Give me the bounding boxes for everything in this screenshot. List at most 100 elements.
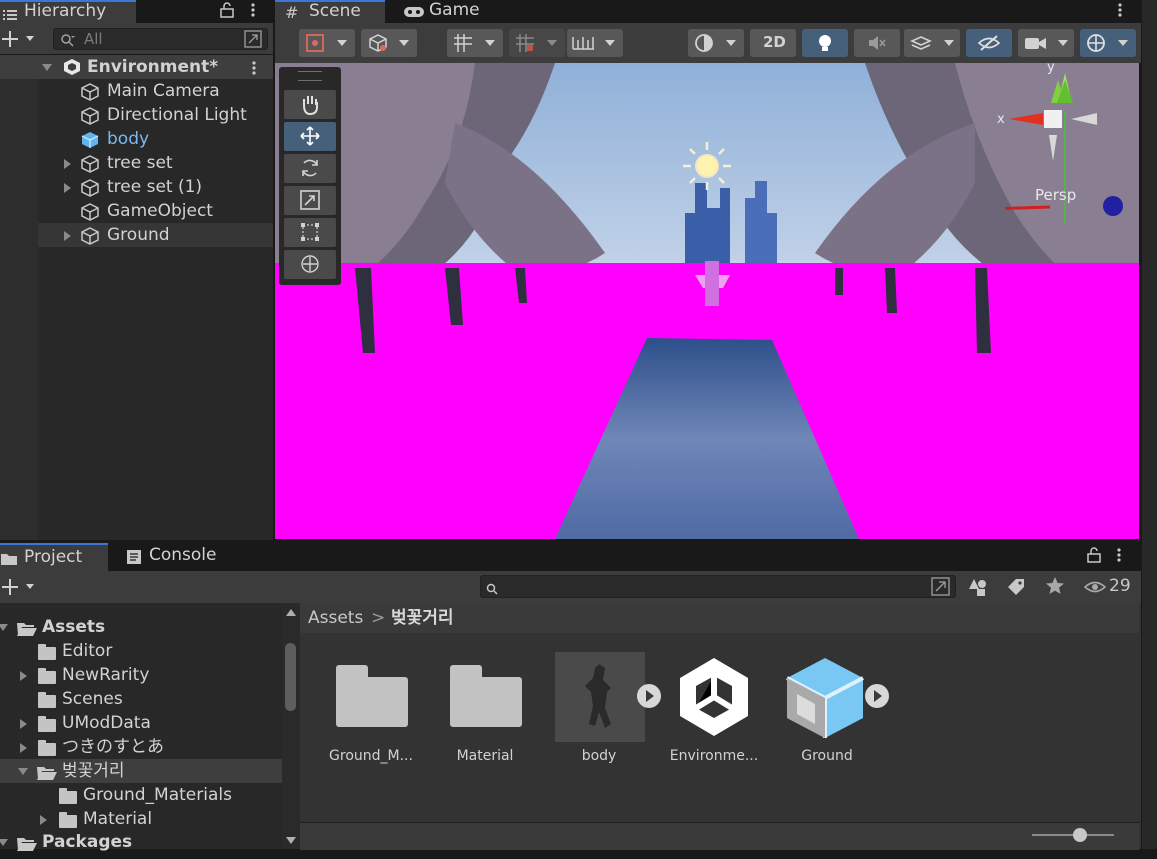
prefab-cube-icon — [785, 654, 865, 746]
hierarchy-item-tree-set-1[interactable]: tree set (1) — [0, 175, 273, 199]
shaded-sphere-icon — [694, 33, 714, 57]
search-by-label-icon[interactable] — [1006, 577, 1026, 601]
expand-arrow-icon[interactable] — [20, 743, 27, 753]
tree-item-umoddata[interactable]: UModData — [0, 711, 282, 735]
hidden-packages-toggle[interactable]: 29 — [1080, 574, 1138, 600]
tree-item-editor[interactable]: Editor — [0, 639, 282, 663]
tab-game[interactable]: Game — [395, 0, 495, 23]
zoom-slider[interactable] — [1030, 826, 1116, 844]
tree-item-scenes[interactable]: Scenes — [0, 687, 282, 711]
favorites-star-icon[interactable] — [1045, 576, 1065, 600]
kebab-menu-icon[interactable] — [1116, 547, 1122, 567]
hierarchy-search-input[interactable]: All — [53, 28, 268, 50]
expand-arrow-icon[interactable] — [20, 719, 27, 729]
expand-arrow-icon[interactable] — [64, 231, 71, 241]
tree-item-tsukinostore[interactable]: つきのすとあ — [0, 735, 282, 759]
expand-arrow-icon[interactable] — [20, 671, 27, 681]
lock-icon[interactable] — [1087, 547, 1101, 567]
scene-visibility-button[interactable] — [966, 29, 1012, 57]
hierarchy-item-label: Ground — [107, 225, 170, 245]
scene-viewport[interactable]: x y Persp — [275, 63, 1139, 539]
collapse-arrow-icon[interactable] — [18, 768, 28, 775]
expand-asset-icon[interactable] — [865, 684, 889, 708]
gizmo-persp-label: Persp — [1035, 186, 1077, 204]
scale-tool-button[interactable] — [284, 186, 336, 215]
create-asset-button[interactable] — [2, 576, 40, 598]
toggle-audio-button[interactable] — [854, 29, 900, 57]
scroll-up-icon[interactable] — [286, 609, 296, 616]
hand-tool-button[interactable] — [284, 90, 336, 119]
asset-label: Material — [456, 748, 514, 764]
tree-item-ground-materials[interactable]: Ground_Materials — [0, 783, 282, 807]
collapse-arrow-icon[interactable] — [0, 624, 8, 631]
hierarchy-item-gameobject[interactable]: GameObject — [0, 199, 273, 223]
scrollbar-thumb[interactable] — [285, 643, 296, 711]
hierarchy-item-body[interactable]: body — [0, 127, 273, 151]
search-options-icon[interactable] — [244, 30, 262, 52]
pivot-mode-dropdown[interactable] — [299, 29, 355, 57]
camera-settings-dropdown[interactable] — [1018, 29, 1074, 57]
hierarchy-item-label: GameObject — [107, 201, 213, 221]
expand-arrow-icon[interactable] — [40, 815, 47, 825]
hierarchy-item-main-camera[interactable]: Main Camera — [0, 79, 273, 103]
expand-arrow-icon[interactable] — [64, 183, 71, 193]
transform-tool-button[interactable] — [284, 250, 336, 279]
effects-dropdown[interactable] — [904, 29, 960, 57]
orientation-gizmo[interactable]: x y Persp — [997, 63, 1139, 223]
tree-item-cherry-blossom-street[interactable]: 벚꽃거리 — [0, 759, 282, 783]
asset-material-folder[interactable]: Material — [435, 652, 535, 782]
search-options-icon[interactable] — [931, 577, 951, 600]
tree-item-label: NewRarity — [62, 665, 150, 685]
grid-snapping-dropdown[interactable] — [447, 29, 503, 57]
global-local-dropdown[interactable] — [361, 29, 417, 57]
hierarchy-item-label: tree set — [107, 153, 173, 173]
hierarchy-item-directional-light[interactable]: Directional Light — [0, 103, 273, 127]
move-arrows-icon — [299, 125, 321, 151]
gizmos-dropdown[interactable] — [1080, 29, 1136, 57]
hierarchy-scene-row[interactable]: Environment* — [0, 55, 273, 79]
model-preview-thumbnail — [555, 652, 645, 742]
hierarchy-tab[interactable]: Hierarchy — [0, 0, 136, 23]
hierarchy-item-tree-set[interactable]: tree set — [0, 151, 273, 175]
asset-environment-scene[interactable]: Environme... — [664, 652, 764, 782]
collapse-arrow-icon[interactable] — [42, 64, 52, 71]
tab-console[interactable]: Console — [118, 543, 228, 571]
tree-item-label: Ground_Materials — [83, 785, 232, 805]
expand-arrow-icon[interactable] — [64, 159, 71, 169]
breadcrumb-root[interactable]: Assets — [308, 603, 363, 633]
tree-scrollbar[interactable] — [282, 603, 300, 849]
increment-snapping-dropdown[interactable] — [509, 29, 565, 57]
tab-label: Project — [24, 547, 83, 567]
move-tool-button[interactable] — [284, 122, 336, 151]
toggle-2d-button[interactable]: 2D — [750, 29, 796, 57]
asset-body-model[interactable]: body — [549, 652, 661, 782]
tree-item-material[interactable]: Material — [0, 807, 282, 831]
lock-icon[interactable] — [220, 2, 234, 22]
expand-asset-icon[interactable] — [637, 684, 661, 708]
rotate-tool-button[interactable] — [284, 154, 336, 183]
asset-ground-prefab[interactable]: Ground — [777, 652, 889, 782]
gameobject-cube-icon — [80, 226, 100, 253]
toggle-lighting-button[interactable] — [802, 29, 848, 57]
collapse-arrow-icon[interactable] — [0, 839, 8, 846]
rect-tool-button[interactable] — [284, 218, 336, 247]
scroll-down-icon[interactable] — [286, 837, 296, 844]
tree-item-assets[interactable]: Assets — [0, 615, 282, 639]
tree-item-newrarity[interactable]: NewRarity — [0, 663, 282, 687]
tab-scene[interactable]: # Scene — [275, 0, 385, 23]
draw-mode-dropdown[interactable] — [688, 29, 744, 57]
ruler-snapping-dropdown[interactable] — [567, 29, 623, 57]
chevron-down-icon — [944, 40, 954, 46]
tab-project[interactable]: Project — [0, 543, 108, 571]
overlay-drag-handle[interactable] — [298, 71, 322, 81]
breadcrumb-current[interactable]: 벚꽃거리 — [391, 603, 454, 633]
hierarchy-item-ground[interactable]: Ground — [0, 223, 273, 247]
search-by-type-icon[interactable] — [968, 577, 988, 601]
asset-ground-materials-folder[interactable]: Ground_M... — [321, 652, 421, 782]
kebab-menu-icon[interactable] — [250, 2, 256, 22]
project-search-input[interactable] — [480, 575, 956, 598]
tree-item-packages[interactable]: Packages — [0, 830, 282, 854]
zoom-slider-thumb[interactable] — [1072, 828, 1087, 842]
kebab-menu-icon[interactable] — [1117, 2, 1123, 22]
add-object-button[interactable] — [2, 28, 40, 50]
